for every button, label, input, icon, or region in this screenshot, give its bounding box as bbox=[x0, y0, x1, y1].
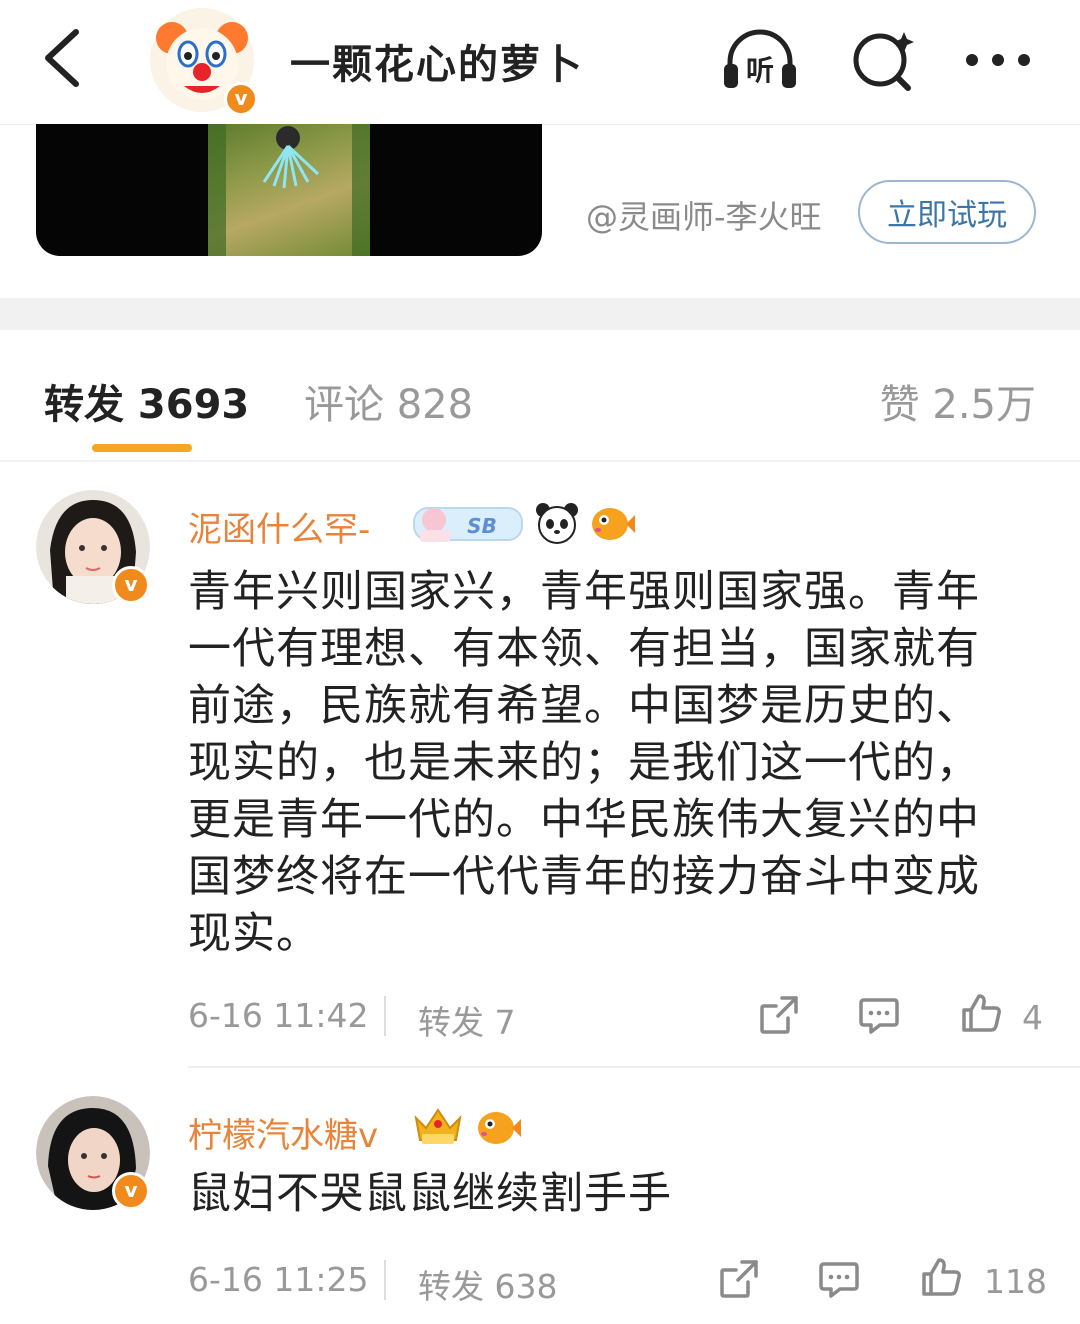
comment-username[interactable]: 泥函什么罕- bbox=[188, 502, 370, 551]
comment-icon[interactable] bbox=[818, 1258, 860, 1300]
game-author-link[interactable]: @灵画师-李火旺 bbox=[586, 192, 822, 238]
puffer-fish-icon bbox=[478, 1112, 521, 1144]
fan-badge-text: SB bbox=[467, 514, 497, 538]
comment-time: 6-16 11:25 bbox=[188, 1260, 369, 1299]
tab-repost[interactable]: 转发 3693 bbox=[44, 372, 249, 430]
fan-badge-icon: SB bbox=[413, 507, 523, 542]
video-thumbnail[interactable] bbox=[36, 124, 542, 256]
verified-badge-icon: v bbox=[224, 82, 258, 116]
comment-text: 青年兴则国家兴，青年强则国家强。青年一代有理想、有本领、有担当，国家就有前途，民… bbox=[188, 567, 980, 959]
comment-repost-count[interactable]: 转发 638 bbox=[418, 1260, 557, 1308]
comment-divider bbox=[188, 1066, 1080, 1068]
listen-headphones-icon[interactable]: 听 bbox=[720, 28, 800, 92]
tab-comment[interactable]: 评论 828 bbox=[304, 372, 473, 430]
comment-username[interactable]: 柠檬汽水糖v bbox=[188, 1108, 378, 1157]
top-nav: v 一颗花心的萝卜 听 bbox=[0, 0, 1080, 125]
share-icon[interactable] bbox=[718, 1258, 760, 1300]
listen-label: 听 bbox=[746, 54, 774, 87]
verified-badge-icon: v bbox=[112, 1172, 150, 1210]
like-thumb-icon[interactable] bbox=[960, 992, 1002, 1034]
profile-avatar[interactable]: v bbox=[150, 8, 258, 116]
like-count: 4 bbox=[1022, 998, 1043, 1037]
commenter-avatar[interactable]: v bbox=[36, 1096, 150, 1210]
commenter-avatar[interactable]: v bbox=[36, 490, 150, 604]
meta-divider bbox=[384, 996, 386, 1036]
comment-text: 鼠妇不哭鼠鼠继续割手手 bbox=[188, 1169, 672, 1219]
search-icon[interactable] bbox=[846, 28, 926, 92]
share-icon[interactable] bbox=[758, 994, 800, 1036]
crown-badge-icon bbox=[414, 1108, 462, 1144]
panda-icon bbox=[536, 503, 578, 544]
tab-like[interactable]: 赞 2.5万 bbox=[880, 372, 1036, 430]
verified-badge-icon: v bbox=[112, 566, 150, 604]
tabs-divider bbox=[0, 460, 1080, 462]
active-tab-indicator bbox=[92, 444, 192, 452]
page-title: 一颗花心的萝卜 bbox=[290, 42, 584, 88]
like-count: 118 bbox=[984, 1262, 1047, 1301]
section-divider bbox=[0, 298, 1080, 330]
puffer-fish-icon bbox=[592, 508, 635, 540]
try-now-button[interactable]: 立即试玩 bbox=[858, 180, 1036, 244]
meta-divider bbox=[384, 1260, 386, 1300]
comment-time: 6-16 11:42 bbox=[188, 996, 369, 1035]
comment-repost-count[interactable]: 转发 7 bbox=[418, 996, 516, 1044]
back-arrow-icon[interactable] bbox=[36, 26, 96, 90]
comment-icon[interactable] bbox=[858, 994, 900, 1036]
like-thumb-icon[interactable] bbox=[920, 1256, 962, 1298]
more-options-icon[interactable] bbox=[960, 28, 1040, 92]
game-scene-image bbox=[208, 124, 370, 256]
